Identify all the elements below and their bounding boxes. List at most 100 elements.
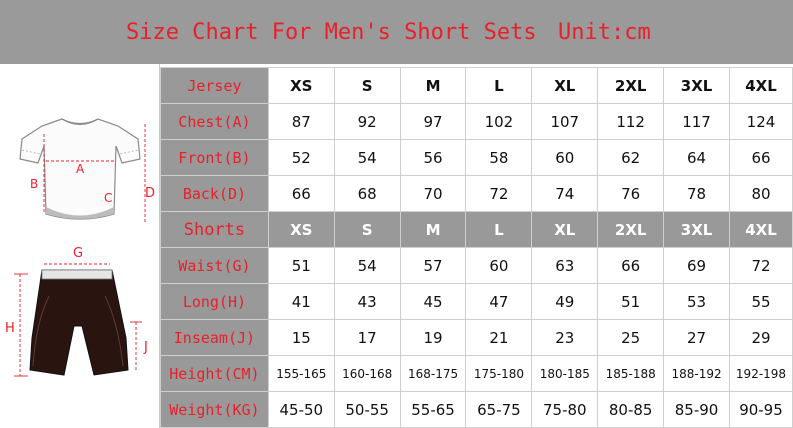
unit-label: Unit:cm (558, 20, 651, 45)
value-cell: 47 (465, 283, 533, 320)
size-header-cell: 4XL (728, 211, 793, 248)
row-label: Chest(A) (160, 103, 269, 140)
value-cell: 21 (465, 319, 533, 356)
value-cell: 55-65 (399, 391, 467, 428)
size-header-cell: 2XL (597, 67, 665, 104)
size-header-cell: 2XL (597, 211, 665, 248)
row-label: Long(H) (160, 283, 269, 320)
row-label: Front(B) (160, 139, 269, 176)
title-banner: Size Chart For Men's Short Sets Unit:cm (0, 0, 793, 64)
chart-title: Size Chart For Men's Short Sets (126, 20, 537, 45)
value-cell: 180-185 (531, 355, 599, 392)
value-cell: 53 (663, 283, 730, 320)
table-row: Height(CM) 155-165 160-168 168-175 175-180 18… (160, 355, 793, 392)
size-header-cell: L (465, 211, 533, 248)
table-row: Chest(A) 87 92 97 102 107 112 117 124 (160, 103, 793, 140)
value-cell: 25 (597, 319, 665, 356)
value-cell: 97 (399, 103, 467, 140)
jersey-diagram: A B C D (19, 118, 155, 224)
value-cell: 185-188 (597, 355, 665, 392)
section-label: Shorts (160, 211, 269, 248)
garment-diagrams: A B C D G H J (5, 118, 155, 377)
table-row: Back(D) 66 68 70 72 74 76 78 80 (160, 175, 793, 212)
value-cell: 87 (267, 103, 335, 140)
value-cell: 70 (399, 175, 467, 212)
value-cell: 72 (728, 247, 793, 284)
value-cell: 68 (333, 175, 401, 212)
size-header-cell: S (333, 211, 401, 248)
value-cell: 107 (531, 103, 599, 140)
value-cell: 43 (333, 283, 401, 320)
value-cell: 52 (267, 139, 335, 176)
shorts-waistband (41, 269, 113, 280)
value-cell: 15 (267, 319, 335, 356)
value-cell: 49 (531, 283, 599, 320)
label-j: J (143, 340, 148, 355)
table-row: Long(H) 41 43 45 47 49 51 53 55 (160, 283, 793, 320)
value-cell: 175-180 (465, 355, 533, 392)
value-cell: 160-168 (333, 355, 401, 392)
value-cell: 41 (267, 283, 335, 320)
value-cell: 60 (465, 247, 533, 284)
table-row: Weight(KG) 45-50 50-55 55-65 65-75 75-80 80-85… (160, 391, 793, 428)
value-cell: 76 (597, 175, 665, 212)
value-cell: 19 (399, 319, 467, 356)
size-header-cell: S (333, 67, 401, 104)
section-label: Jersey (160, 67, 269, 104)
value-cell: 155-165 (267, 355, 335, 392)
label-b: B (30, 177, 38, 191)
value-cell: 55 (728, 283, 793, 320)
value-cell: 74 (531, 175, 599, 212)
value-cell: 80-85 (597, 391, 665, 428)
value-cell: 60 (531, 139, 599, 176)
value-cell: 45-50 (267, 391, 335, 428)
value-cell: 23 (531, 319, 599, 356)
size-header-cell: 3XL (663, 67, 730, 104)
value-cell: 62 (597, 139, 665, 176)
value-cell: 45 (399, 283, 467, 320)
value-cell: 51 (267, 247, 335, 284)
row-label: Waist(G) (160, 247, 269, 284)
size-header-cell: M (399, 211, 467, 248)
value-cell: 75-80 (531, 391, 599, 428)
table-row: Front(B) 52 54 56 58 60 62 64 66 (160, 139, 793, 176)
value-cell: 92 (333, 103, 401, 140)
value-cell: 64 (663, 139, 730, 176)
value-cell: 192-198 (728, 355, 793, 392)
value-cell: 29 (728, 319, 793, 356)
value-cell: 117 (663, 103, 730, 140)
value-cell: 50-55 (333, 391, 401, 428)
label-a: A (76, 162, 85, 176)
row-label: Back(D) (160, 175, 269, 212)
row-label: Height(CM) (160, 355, 269, 392)
value-cell: 90-95 (728, 391, 793, 428)
value-cell: 124 (728, 103, 793, 140)
value-cell: 17 (333, 319, 401, 356)
size-table: Jersey XS S M L XL 2XL 3XL 4XL Chest(A) 87 92 97 102 1… (160, 67, 793, 428)
size-header-cell: M (399, 67, 467, 104)
size-header-cell: XL (531, 211, 599, 248)
table-row: Inseam(J) 15 17 19 21 23 25 27 29 (160, 319, 793, 356)
size-header-cell: 3XL (663, 211, 730, 248)
value-cell: 188-192 (663, 355, 730, 392)
jersey-header-row: Jersey XS S M L XL 2XL 3XL 4XL (160, 67, 793, 104)
size-header-cell: XS (267, 211, 335, 248)
shorts-header-row: Shorts XS S M L XL 2XL 3XL 4XL (160, 211, 793, 248)
table-row: Waist(G) 51 54 57 60 63 66 69 72 (160, 247, 793, 284)
shorts-body (29, 269, 129, 376)
size-header-cell: L (465, 67, 533, 104)
value-cell: 63 (531, 247, 599, 284)
value-cell: 78 (663, 175, 730, 212)
value-cell: 65-75 (465, 391, 533, 428)
value-cell: 66 (728, 139, 793, 176)
value-cell: 85-90 (663, 391, 730, 428)
value-cell: 58 (465, 139, 533, 176)
size-header-cell: XS (267, 67, 335, 104)
label-g: G (73, 246, 83, 261)
value-cell: 112 (597, 103, 665, 140)
value-cell: 51 (597, 283, 665, 320)
shorts-diagram: G H J (5, 246, 148, 377)
value-cell: 57 (399, 247, 467, 284)
measurement-illustration: A B C D G H J (0, 64, 160, 428)
size-header-cell: 4XL (728, 67, 793, 104)
